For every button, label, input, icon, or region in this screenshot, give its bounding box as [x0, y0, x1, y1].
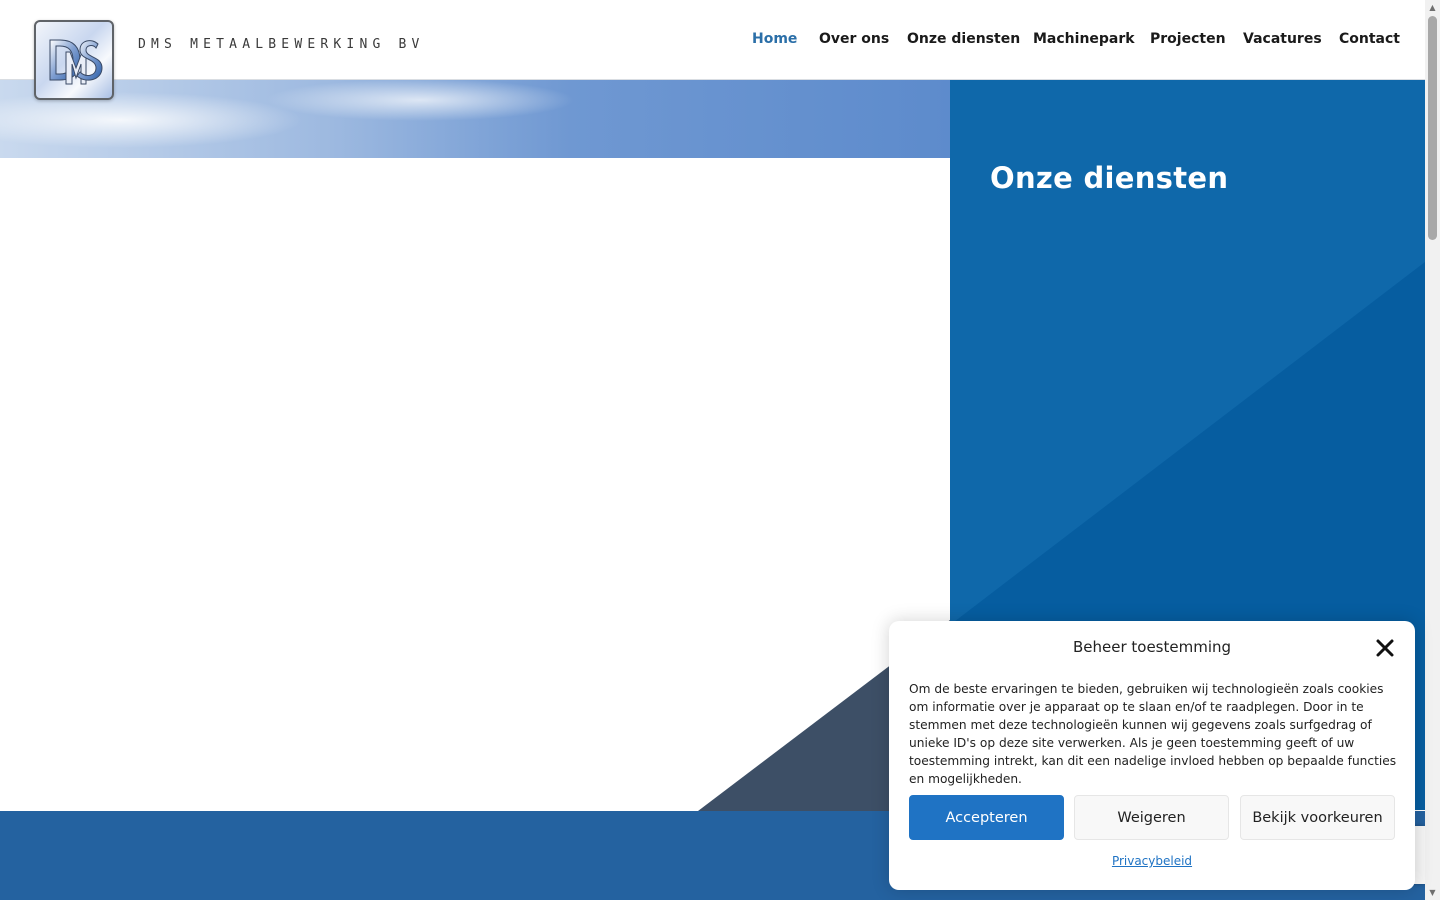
dms-logo-icon [49, 39, 103, 85]
nav-item-onze-diensten[interactable]: Onze diensten [907, 31, 1020, 47]
nav-item-projecten[interactable]: Projecten [1150, 31, 1226, 47]
close-icon[interactable] [1375, 638, 1395, 658]
logo[interactable] [34, 20, 114, 100]
cookie-title: Beheer toestemming [1072, 638, 1232, 656]
scroll-thumb[interactable] [1428, 16, 1437, 240]
nav-item-contact[interactable]: Contact [1339, 31, 1400, 47]
cookie-body-text: Om de beste ervaringen te bieden, gebrui… [909, 682, 1397, 786]
nav-item-vacatures[interactable]: Vacatures [1243, 31, 1322, 47]
accept-button[interactable]: Accepteren [909, 795, 1064, 840]
privacy-policy-link[interactable]: Privacybeleid [889, 854, 1415, 868]
cookie-consent-dialog: Beheer toestemming Om de beste ervaringe… [889, 621, 1415, 890]
logo-text: DMS METAALBEWERKING BV [138, 37, 425, 52]
nav-item-home[interactable]: Home [752, 31, 797, 47]
panel-title: Onze diensten [990, 161, 1229, 195]
hero-sky-image [0, 80, 950, 158]
scroll-up-arrow-icon[interactable]: ▲ [1425, 0, 1440, 15]
nav-item-over-ons[interactable]: Over ons [819, 31, 889, 47]
view-preferences-button[interactable]: Bekijk voorkeuren [1240, 795, 1395, 840]
site-header: DMS METAALBEWERKING BV Home Over ons Onz… [0, 0, 1425, 80]
nav-item-machinepark[interactable]: Machinepark [1033, 31, 1135, 47]
deny-button[interactable]: Weigeren [1074, 795, 1229, 840]
page-scrollbar[interactable]: ▲ ▼ [1425, 0, 1440, 900]
scroll-down-arrow-icon[interactable]: ▼ [1425, 885, 1440, 900]
